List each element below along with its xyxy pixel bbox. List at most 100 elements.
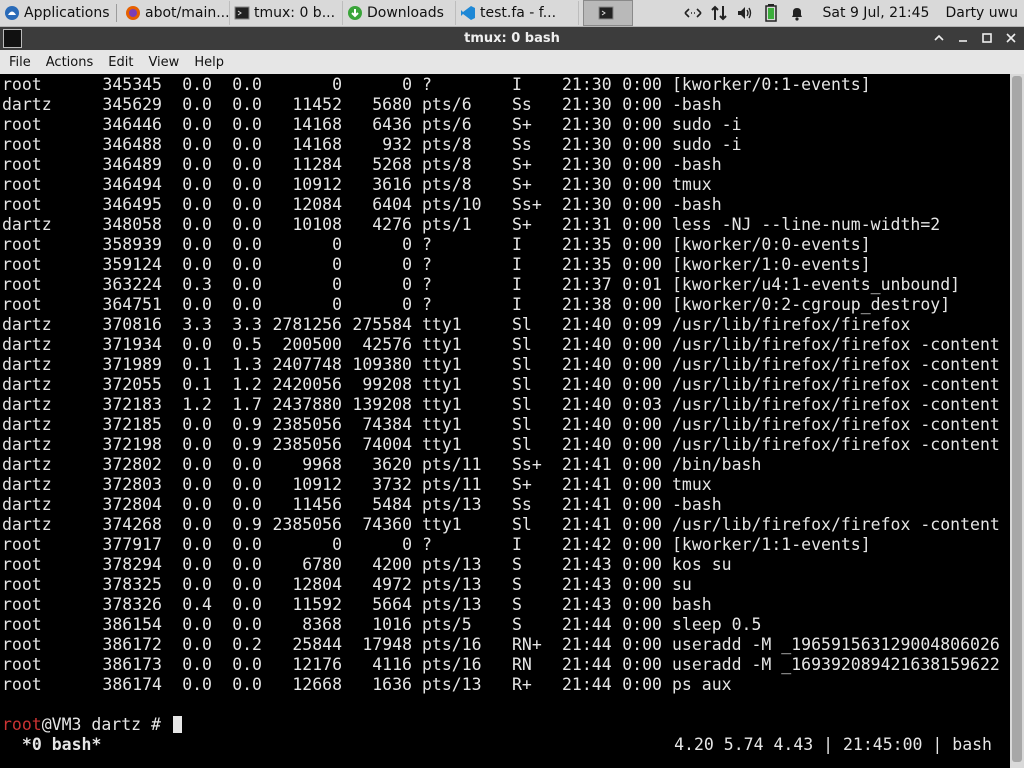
menu-actions[interactable]: Actions bbox=[40, 55, 100, 70]
task-terminal-active[interactable] bbox=[583, 0, 633, 26]
menu-view[interactable]: View bbox=[142, 55, 185, 70]
ps-stat: Sl bbox=[512, 395, 532, 414]
ps-vsz: 200500 bbox=[282, 335, 342, 354]
ps-pid: 346495 bbox=[102, 195, 162, 214]
terminal-scrollbar[interactable] bbox=[1010, 74, 1024, 768]
ps-time: 0:03 bbox=[622, 395, 662, 414]
ps-start: 21:41 bbox=[562, 495, 612, 514]
ps-cpu: 0.0 bbox=[182, 675, 212, 694]
chevron-up-icon bbox=[934, 34, 944, 41]
menu-file[interactable]: File bbox=[3, 55, 37, 70]
ps-user: root bbox=[2, 635, 42, 654]
ps-mem: 0.0 bbox=[232, 75, 262, 94]
ps-cpu: 0.0 bbox=[182, 555, 212, 574]
ps-rss: 5664 bbox=[372, 595, 412, 614]
ps-pid: 345629 bbox=[102, 95, 162, 114]
menu-edit[interactable]: Edit bbox=[102, 55, 139, 70]
ps-start: 21:30 bbox=[562, 95, 612, 114]
ps-vsz: 0 bbox=[332, 255, 342, 274]
ps-time: 0:00 bbox=[622, 335, 662, 354]
ps-time: 0:00 bbox=[622, 175, 662, 194]
minimize-button[interactable] bbox=[930, 29, 948, 47]
close-button[interactable] bbox=[1002, 29, 1020, 47]
close-icon bbox=[1006, 33, 1016, 43]
ps-time: 0:00 bbox=[622, 375, 662, 394]
menu-help[interactable]: Help bbox=[188, 55, 230, 70]
ps-rss: 5680 bbox=[372, 95, 412, 114]
ps-command: bash bbox=[672, 595, 712, 614]
ps-tty: tty1 bbox=[422, 395, 462, 414]
ps-pid: 359124 bbox=[102, 255, 162, 274]
ps-pid: 372803 bbox=[102, 475, 162, 494]
ps-start: 21:30 bbox=[562, 135, 612, 154]
ps-tty: pts/13 bbox=[422, 575, 482, 594]
task-tmux[interactable]: tmux: 0 b... bbox=[230, 1, 343, 25]
ps-vsz: 11452 bbox=[292, 95, 342, 114]
ps-rss: 99208 bbox=[362, 375, 412, 394]
network-wired-icon[interactable] bbox=[683, 3, 703, 23]
minimize-window-button[interactable] bbox=[954, 29, 972, 47]
network-activity-icon[interactable] bbox=[709, 3, 729, 23]
ps-tty: pts/6 bbox=[422, 115, 472, 134]
battery-icon[interactable] bbox=[761, 3, 781, 23]
terminal-output[interactable]: root 345345 0.0 0.0 0 0? I 21:30 0:00 [kworker/0:… bbox=[0, 74, 1010, 768]
task-label: Downloads bbox=[367, 5, 444, 21]
ps-start: 21:44 bbox=[562, 615, 612, 634]
ps-stat: I bbox=[512, 255, 522, 274]
ps-rss: 932 bbox=[382, 135, 412, 154]
ps-pid: 378294 bbox=[102, 555, 162, 574]
clock[interactable]: Sat 9 Jul, 21:45 bbox=[823, 5, 930, 21]
ps-mem: 0.0 bbox=[232, 275, 262, 294]
notifications-bell-icon[interactable] bbox=[787, 3, 807, 23]
ps-mem: 0.0 bbox=[232, 575, 262, 594]
window-titlebar[interactable]: tmux: 0 bash bbox=[0, 27, 1024, 50]
task-firefox[interactable]: abot/main... bbox=[121, 1, 230, 25]
ps-vsz: 2781256 bbox=[272, 315, 342, 334]
ps-time: 0:00 bbox=[622, 235, 662, 254]
ps-vsz: 0 bbox=[332, 535, 342, 554]
shell-prompt[interactable]: root@VM3 dartz # bbox=[2, 715, 182, 735]
ps-row: dartz 372802 0.0 0.0 9968 3620 pts/11 Ss+ 21:41 0… bbox=[2, 455, 1008, 475]
ps-pid: 346446 bbox=[102, 115, 162, 134]
scrollbar-thumb[interactable] bbox=[1012, 76, 1022, 762]
ps-user: dartz bbox=[2, 455, 52, 474]
ps-rss: 139208 bbox=[352, 395, 412, 414]
ps-rss: 74004 bbox=[362, 435, 412, 454]
ps-time: 0:00 bbox=[622, 255, 662, 274]
ps-vsz: 8368 bbox=[302, 615, 342, 634]
ps-row: root 364751 0.0 0.0 0 0? I 21:38 0:00 [kworker/0:… bbox=[2, 295, 1008, 315]
ps-command: /usr/lib/firefox/firefox -content bbox=[672, 335, 1000, 354]
ps-mem: 0.0 bbox=[232, 175, 262, 194]
ps-cpu: 0.4 bbox=[182, 595, 212, 614]
applications-menu-button[interactable]: Applications bbox=[0, 1, 112, 25]
task-vscode[interactable]: test.fa - f... bbox=[456, 1, 579, 25]
tmux-window-tab[interactable]: *0 bash* bbox=[12, 735, 101, 755]
maximize-button[interactable] bbox=[978, 29, 996, 47]
ps-rss: 3616 bbox=[372, 175, 412, 194]
ps-cpu: 0.1 bbox=[182, 355, 212, 374]
ps-tty: pts/11 bbox=[422, 475, 482, 494]
ps-rss: 1636 bbox=[372, 675, 412, 694]
task-downloads[interactable]: Downloads bbox=[343, 1, 456, 25]
ps-time: 0:00 bbox=[622, 475, 662, 494]
ps-tty: pts/13 bbox=[422, 495, 482, 514]
top-panel: Applications abot/main... tmux: 0 b... D… bbox=[0, 0, 1024, 27]
ps-tty: pts/10 bbox=[422, 195, 482, 214]
ps-rss: 6436 bbox=[372, 115, 412, 134]
ps-tty: tty1 bbox=[422, 515, 462, 534]
ps-cpu: 0.0 bbox=[182, 95, 212, 114]
ps-mem: 3.3 bbox=[232, 315, 262, 334]
user-menu[interactable]: Darty uwu bbox=[945, 5, 1018, 21]
vscode-icon bbox=[461, 6, 475, 20]
ps-mem: 0.9 bbox=[232, 415, 262, 434]
ps-mem: 0.0 bbox=[232, 535, 262, 554]
ps-tty: tty1 bbox=[422, 355, 462, 374]
terminal-icon bbox=[234, 6, 250, 20]
ps-start: 21:40 bbox=[562, 315, 612, 334]
ps-command: sudo -i bbox=[672, 115, 742, 134]
ps-tty: pts/13 bbox=[422, 555, 482, 574]
ps-start: 21:30 bbox=[562, 155, 612, 174]
ps-mem: 0.0 bbox=[232, 615, 262, 634]
ps-vsz: 2407748 bbox=[272, 355, 342, 374]
volume-icon[interactable] bbox=[735, 3, 755, 23]
